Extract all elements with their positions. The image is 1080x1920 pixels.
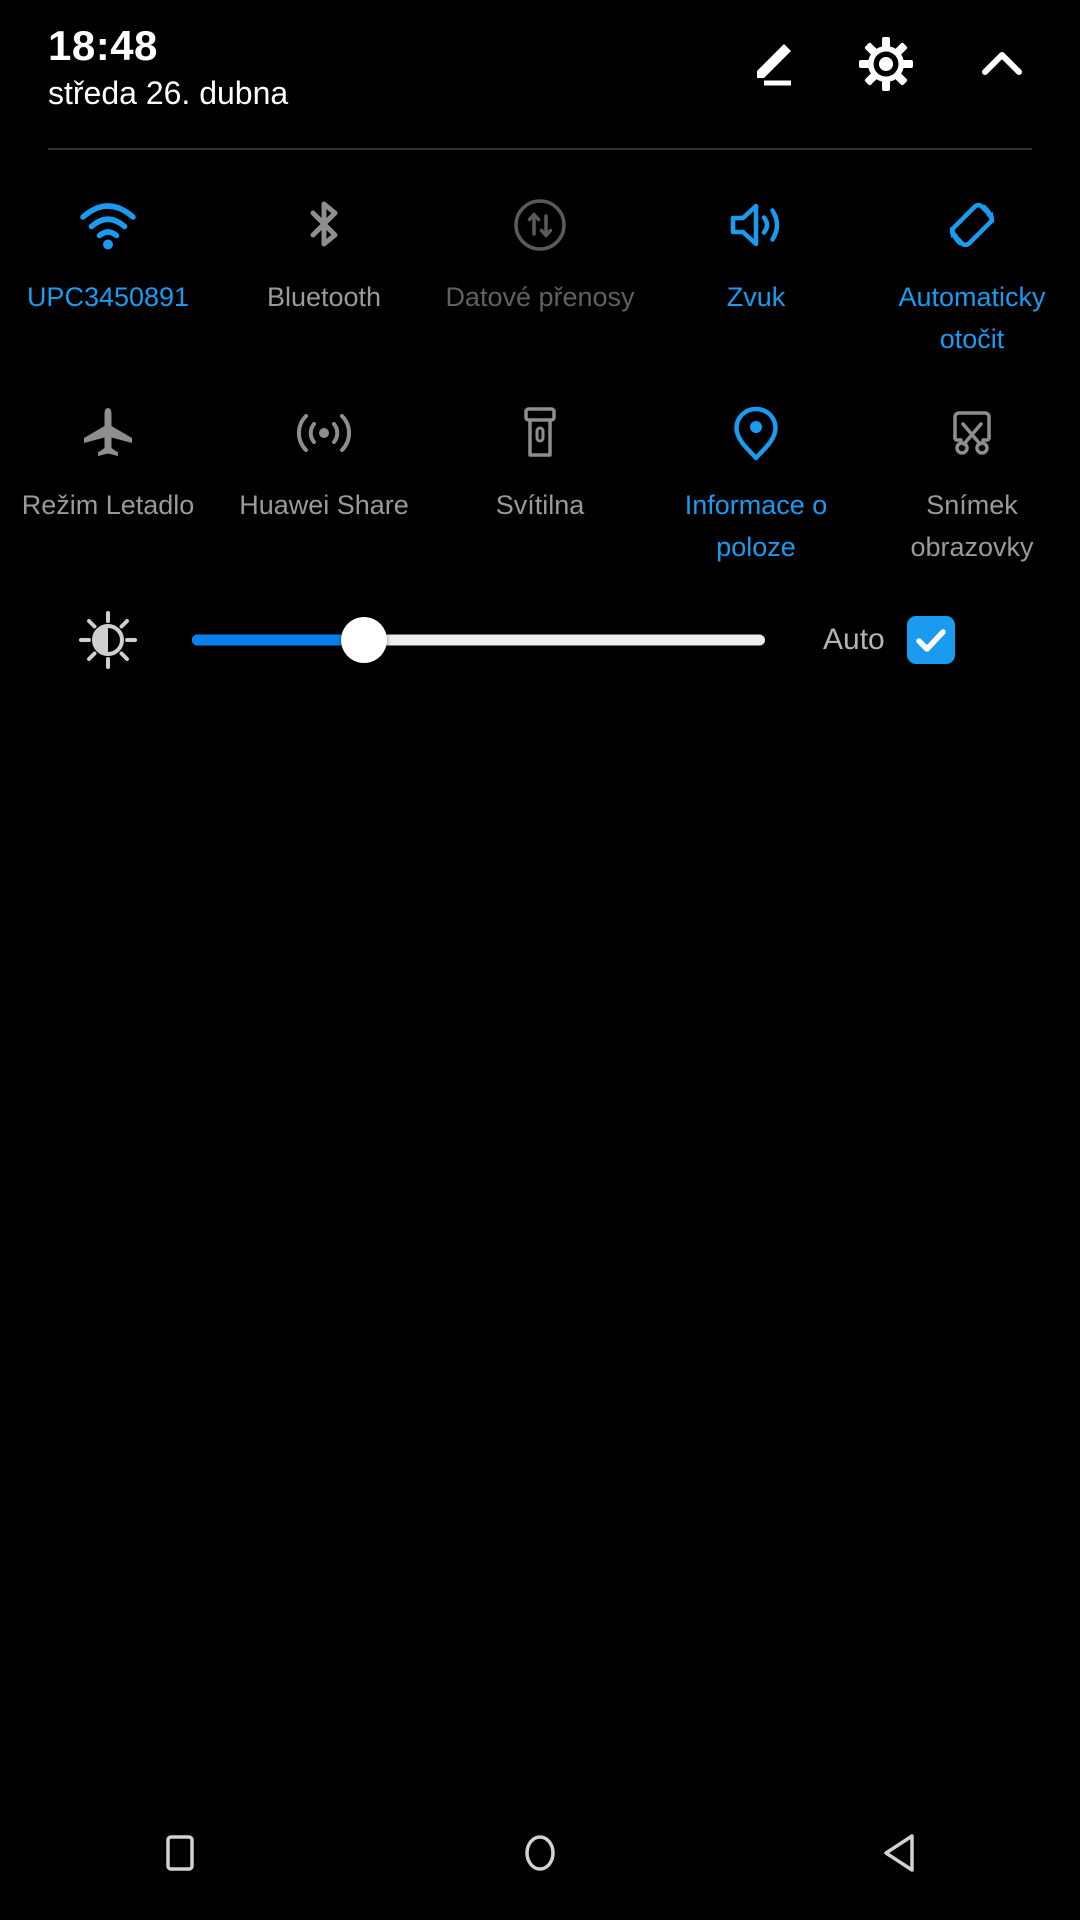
tile-huawei-share[interactable]: Huawei Share [216,386,432,594]
airplane-icon [75,400,141,466]
slider-fill [192,634,364,646]
auto-rotate-icon [939,192,1005,258]
sound-icon [723,192,789,258]
home-button[interactable] [480,1806,600,1902]
header-divider [48,148,1032,150]
tile-mobile-data[interactable]: Datové přenosy [432,178,648,386]
header-actions [740,0,1032,94]
gear-icon[interactable] [856,34,916,94]
tile-label: Snímek obrazovky [910,490,1034,562]
brightness-slider[interactable] [192,612,765,668]
clock-block: 18:48 středa 26. dubna [48,0,288,112]
location-pin-icon [723,400,789,466]
back-button[interactable] [840,1806,960,1902]
tile-label: Informace o poloze [684,490,828,562]
edit-icon[interactable] [740,34,800,94]
brightness-icon [75,607,141,673]
screenshot-icon [939,400,1005,466]
slider-thumb[interactable] [340,617,387,663]
tile-label: Bluetooth [266,282,382,312]
chevron-up-icon[interactable] [972,34,1032,94]
flashlight-icon [507,400,573,466]
wifi-icon [75,192,141,258]
tile-wifi[interactable]: UPC3450891 [0,178,216,386]
data-transfer-icon [507,192,573,258]
tile-location[interactable]: Informace o poloze [648,386,864,594]
tile-auto-rotate[interactable]: Automaticky otočit [864,178,1080,386]
tile-label: Huawei Share [239,490,409,520]
clock-time: 18:48 [48,22,158,69]
bluetooth-icon [291,192,357,258]
tile-bluetooth[interactable]: Bluetooth [216,178,432,386]
tile-label: Datové přenosy [445,282,635,312]
tile-airplane-mode[interactable]: Režim Letadlo [0,386,216,594]
auto-brightness-group[interactable]: Auto [823,616,955,664]
brightness-row: Auto [0,592,1080,688]
auto-brightness-checkbox[interactable] [906,616,955,664]
tile-screenshot[interactable]: Snímek obrazovky [864,386,1080,594]
tile-label: Svítilna [495,490,585,520]
clock-date: středa 26. dubna [48,75,289,111]
tile-flashlight[interactable]: Svítilna [432,386,648,594]
broadcast-icon [291,400,357,466]
auto-brightness-label: Auto [823,623,885,656]
system-navigation-bar [0,1788,1080,1920]
tile-label: Automaticky otočit [898,282,1046,354]
quick-settings-header: 18:48 středa 26. dubna [0,0,1080,140]
quick-settings-tile-grid: UPC3450891 Bluetooth Datové přenosy Zvuk… [0,178,1080,594]
recents-button[interactable] [120,1806,240,1902]
tile-sound[interactable]: Zvuk [648,178,864,386]
tile-label: Zvuk [726,282,786,312]
tile-label: UPC3450891 [26,282,190,312]
tile-label: Režim Letadlo [21,490,195,520]
